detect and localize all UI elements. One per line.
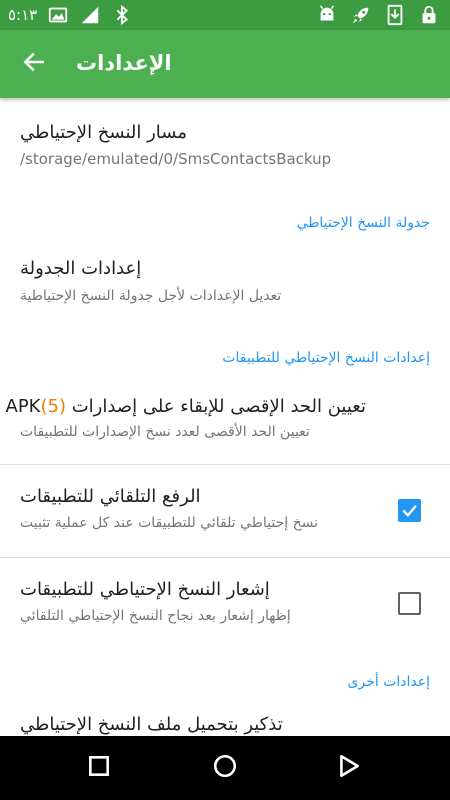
checkmark-icon [402, 504, 417, 518]
backup-notification-preference[interactable]: إشعار النسخ الإحتياطي للتطبيقات إظهار إش… [0, 558, 450, 650]
nav-back-button[interactable] [329, 748, 369, 788]
status-bar: ٥:١٣ [0, 0, 450, 30]
lock-icon [418, 4, 440, 26]
schedule-category-header: جدولة النسخ الإحتياطي [296, 215, 430, 231]
backup-notification-checkbox[interactable] [398, 592, 421, 615]
status-bar-left: ٥:١٣ [8, 4, 133, 26]
back-button[interactable] [14, 44, 54, 84]
arrow-back-icon [21, 49, 47, 79]
page-title: الإعدادات [76, 51, 172, 75]
rocket-icon [350, 4, 372, 26]
backup-path-preference[interactable]: مسار النسخ الإحتياطي /storage/emulated/0… [0, 98, 450, 198]
reminder-preference[interactable]: تذكير بتحميل ملف النسخ الإحتياطي [0, 698, 450, 736]
max-apk-title-prefix: تعيين الحد الإقصى للإبقاء على إصدارات [66, 396, 366, 417]
auto-upload-preference[interactable]: الرفع التلقائي للتطبيقات نسخ إحتياطي تلق… [0, 465, 450, 557]
backup-path-summary: /storage/emulated/0/SmsContactsBackup [20, 150, 332, 168]
max-apk-title-suffix: APK [5, 396, 41, 417]
schedule-settings-preference[interactable]: إعدادات الجدولة تعديل الإعدادات لأجل جدو… [0, 240, 450, 320]
home-circle-icon [212, 753, 238, 783]
auto-upload-checkbox[interactable] [398, 499, 421, 522]
bluetooth-icon [111, 4, 133, 26]
signal-icon [79, 4, 101, 26]
recents-button[interactable] [79, 748, 119, 788]
backup-notification-title: إشعار النسخ الإحتياطي للتطبيقات [20, 579, 270, 600]
max-apk-versions-title: تعيين الحد الإقصى للإبقاء على إصدارات (5… [6, 396, 367, 417]
max-apk-versions-summary: تعيين الحد الأقصى لعدد نسخ الإصدارات للت… [20, 424, 310, 440]
home-button[interactable] [205, 748, 245, 788]
schedule-settings-title: إعدادات الجدولة [20, 258, 142, 279]
backup-path-title: مسار النسخ الإحتياطي [20, 122, 187, 143]
settings-list[interactable]: مسار النسخ الإحتياطي /storage/emulated/0… [0, 98, 450, 736]
download-icon [384, 4, 406, 26]
status-bar-right [316, 4, 440, 26]
max-apk-versions-preference[interactable]: تعيين الحد الإقصى للإبقاء على إصدارات (5… [0, 378, 450, 463]
backup-notification-summary: إظهار إشعار بعد نجاح النسخ الإحتياطي الت… [20, 608, 291, 624]
navigation-bar [0, 736, 450, 800]
recents-square-icon [86, 753, 112, 783]
max-apk-count: (5) [40, 396, 66, 417]
back-triangle-icon [336, 753, 362, 783]
android-icon [316, 4, 338, 26]
schedule-settings-summary: تعديل الإعدادات لأجل جدولة النسخ الإحتيا… [20, 288, 282, 304]
auto-upload-title: الرفع التلقائي للتطبيقات [20, 486, 201, 507]
image-icon [47, 4, 69, 26]
other-category-header: إعدادات أخرى [347, 674, 430, 690]
status-time: ٥:١٣ [8, 6, 38, 24]
apps-category-header: إعدادات النسخ الإحتياطي للتطبيقات [222, 350, 430, 366]
reminder-title: تذكير بتحميل ملف النسخ الإحتياطي [20, 714, 283, 735]
app-bar: الإعدادات [0, 30, 450, 98]
auto-upload-summary: نسخ إحتياطي تلقائي للتطبيقات عند كل عملي… [20, 515, 318, 531]
